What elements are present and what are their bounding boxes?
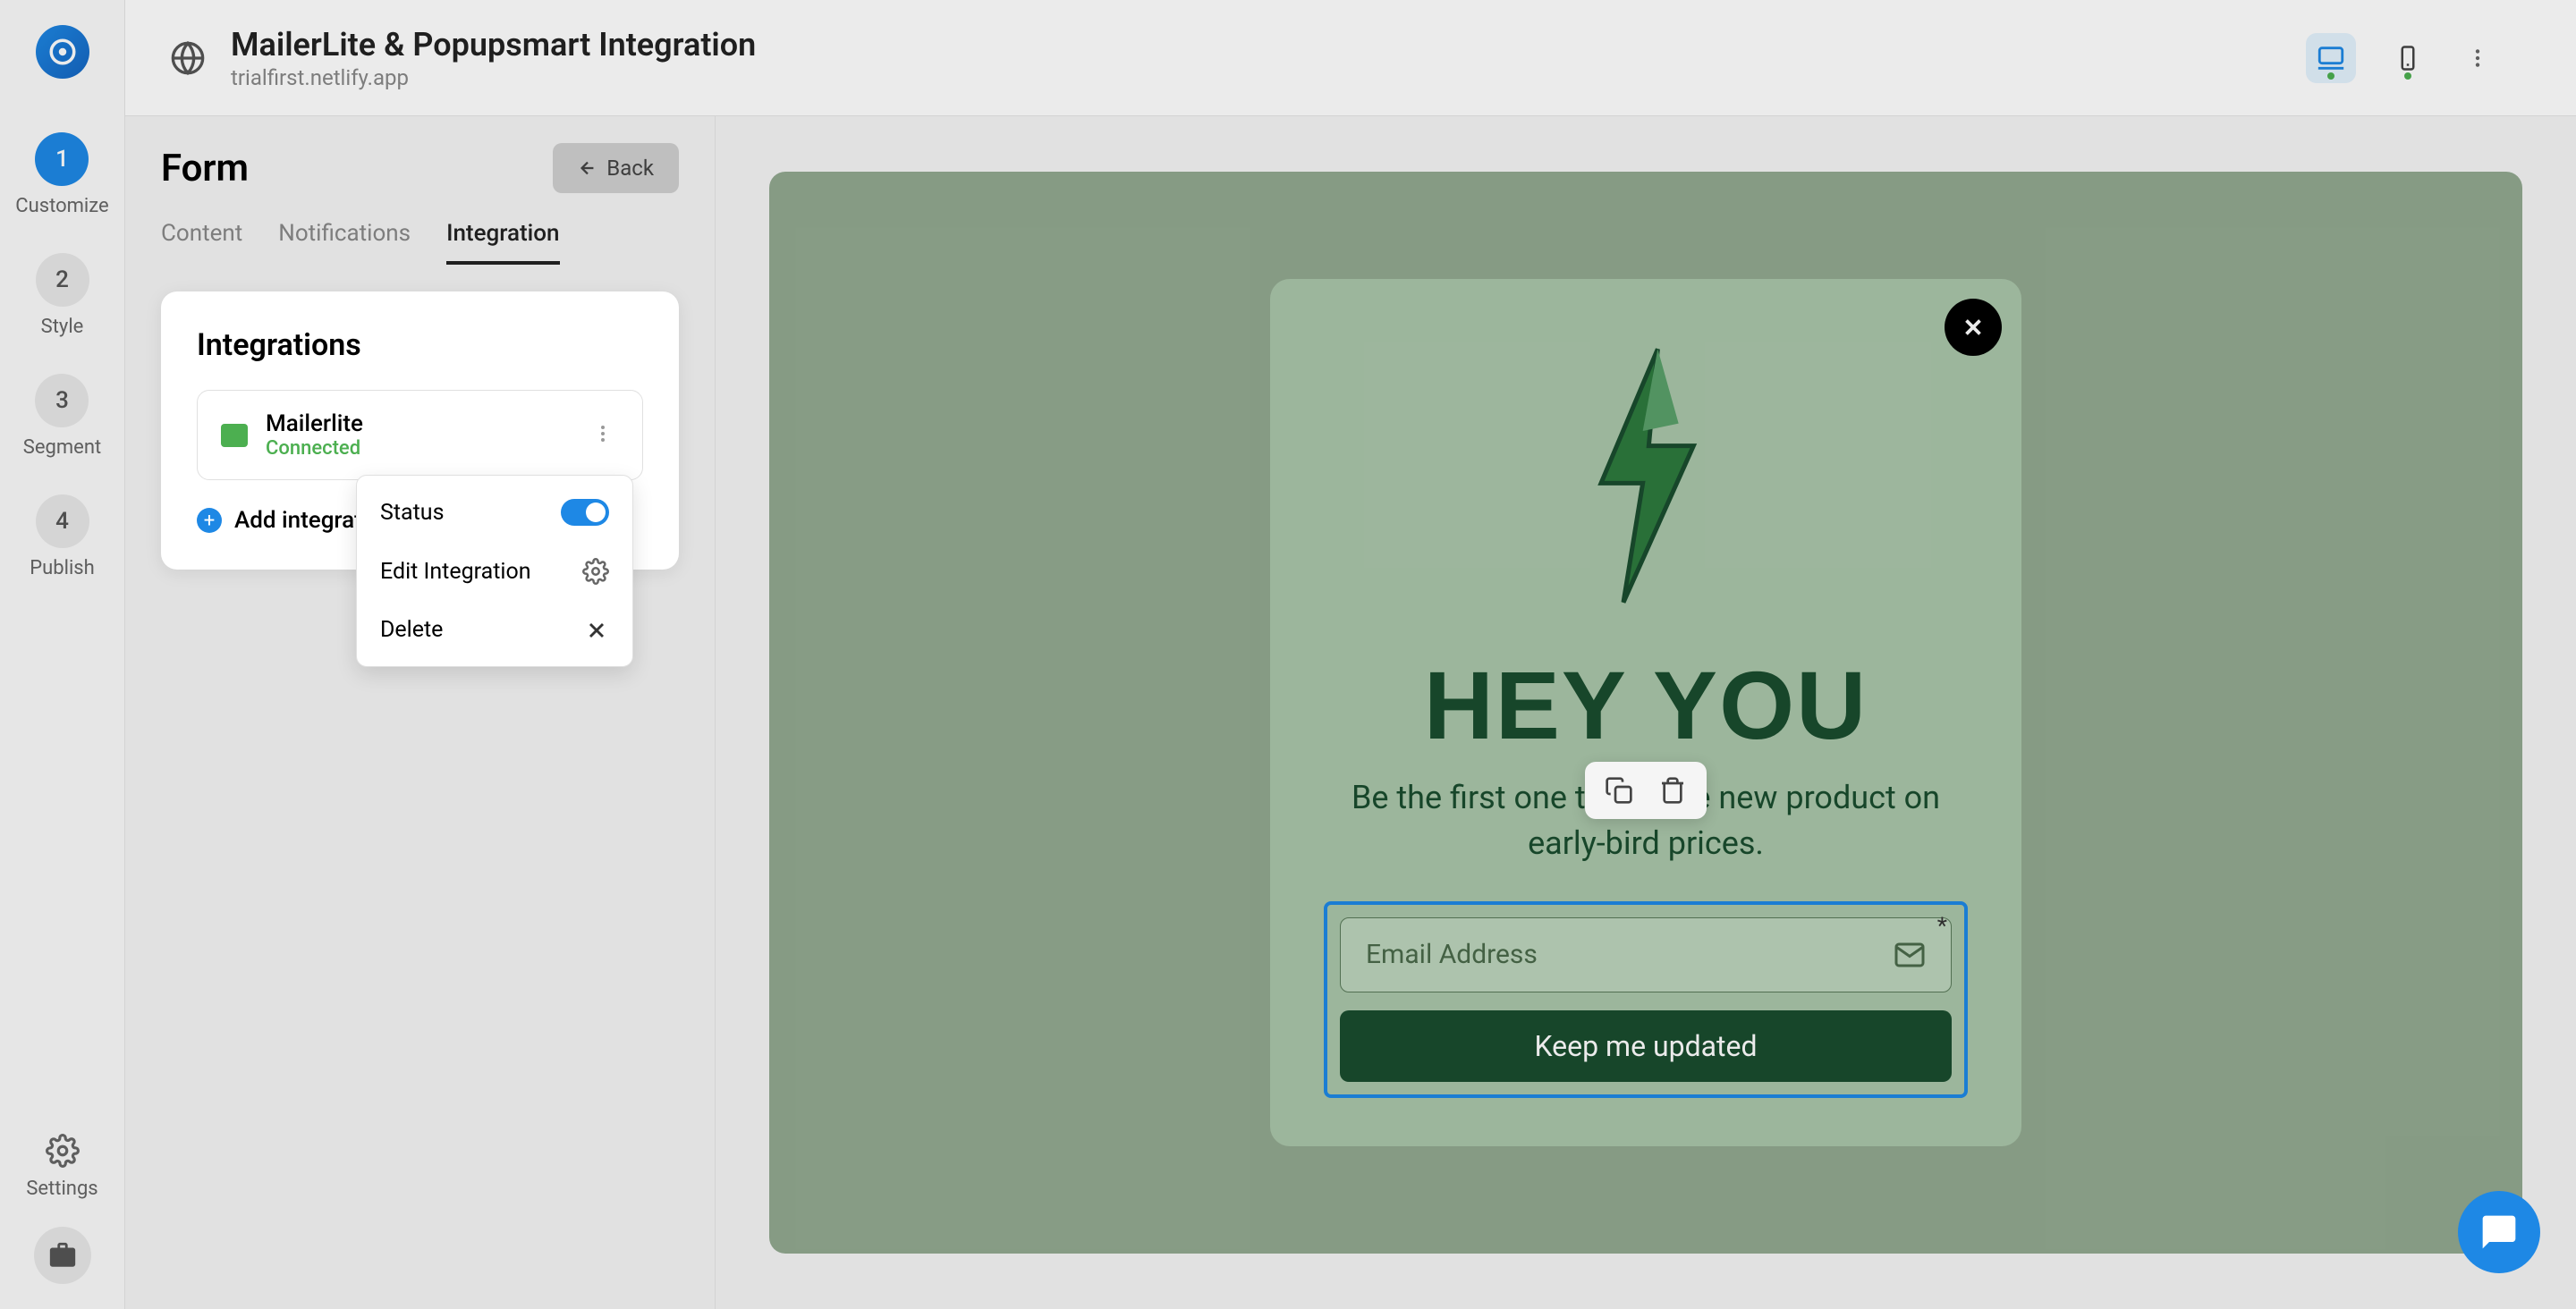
mail-icon [1894,939,1926,971]
more-vertical-icon [2466,46,2489,70]
card-title: Integrations [197,327,643,363]
tab-notifications[interactable]: Notifications [278,220,411,265]
globe-icon[interactable] [170,40,206,76]
gear-icon [43,1131,82,1170]
dropdown-delete[interactable]: Delete [357,601,632,659]
desktop-preview-button[interactable] [2306,33,2356,83]
close-icon [584,618,609,643]
step-segment[interactable]: 3 Segment [23,374,101,459]
copy-icon [1605,776,1633,805]
dropdown-edit[interactable]: Edit Integration [357,542,632,601]
integration-more-button[interactable] [587,418,619,453]
panel-title: Form [161,147,249,190]
required-asterisk: * [1937,913,1947,940]
integration-dropdown: Status Edit Integration Delete [356,475,633,667]
chat-icon [221,424,248,447]
tab-content[interactable]: Content [161,220,242,265]
integration-item[interactable]: Mailerlite Connected Status [197,390,643,480]
chat-support-button[interactable] [2458,1191,2540,1273]
canvas-frame: HEY YOU Be the first one to get the new … [769,172,2522,1254]
laptop-icon [2316,43,2346,73]
plus-icon: + [197,508,222,533]
popup-preview[interactable]: HEY YOU Be the first one to get the new … [1270,279,2021,1146]
more-options-button[interactable] [2460,40,2496,76]
popup-title[interactable]: HEY YOU [1324,649,1968,761]
preview-canvas: HEY YOU Be the first one to get the new … [716,116,2576,1309]
mobile-preview-button[interactable] [2383,33,2433,83]
step-style[interactable]: 2 Style [36,253,89,338]
chat-icon [2479,1212,2519,1252]
settings-button[interactable]: Settings [26,1131,97,1200]
duplicate-button[interactable] [1603,774,1635,807]
lightning-icon [1570,342,1722,610]
phone-icon [2394,45,2421,72]
email-input[interactable]: Email Address * [1340,917,1952,992]
arrow-left-icon [578,158,597,178]
dropdown-status[interactable]: Status [357,483,632,542]
delete-element-button[interactable] [1657,774,1689,807]
left-rail: 1 Customize 2 Style 3 Segment 4 Publish … [0,0,125,1309]
step-publish[interactable]: 4 Publish [30,494,95,579]
briefcase-icon [47,1240,78,1271]
gear-icon [582,558,609,585]
side-panel: Form Back Content Notifications Integrat… [125,116,716,1309]
status-toggle[interactable] [561,499,609,526]
workspace-button[interactable] [34,1227,91,1284]
back-button[interactable]: Back [553,143,679,193]
integrations-card: Integrations Mailerlite Connected St [161,291,679,570]
popup-close-button[interactable] [1945,299,2002,356]
selected-form-area[interactable]: Email Address * Keep me updated [1324,901,1968,1098]
tab-integration[interactable]: Integration [446,220,559,265]
close-icon [1960,314,1987,341]
page-title: MailerLite & Popupsmart Integration [231,26,2281,63]
app-logo[interactable] [36,25,89,79]
submit-button[interactable]: Keep me updated [1340,1010,1952,1082]
top-bar: MailerLite & Popupsmart Integration tria… [125,0,2576,116]
step-customize[interactable]: 1 Customize [15,132,108,217]
page-subtitle: trialfirst.netlify.app [231,65,2281,90]
more-vertical-icon [592,423,614,444]
trash-icon [1658,776,1687,805]
element-toolbar [1585,762,1707,819]
